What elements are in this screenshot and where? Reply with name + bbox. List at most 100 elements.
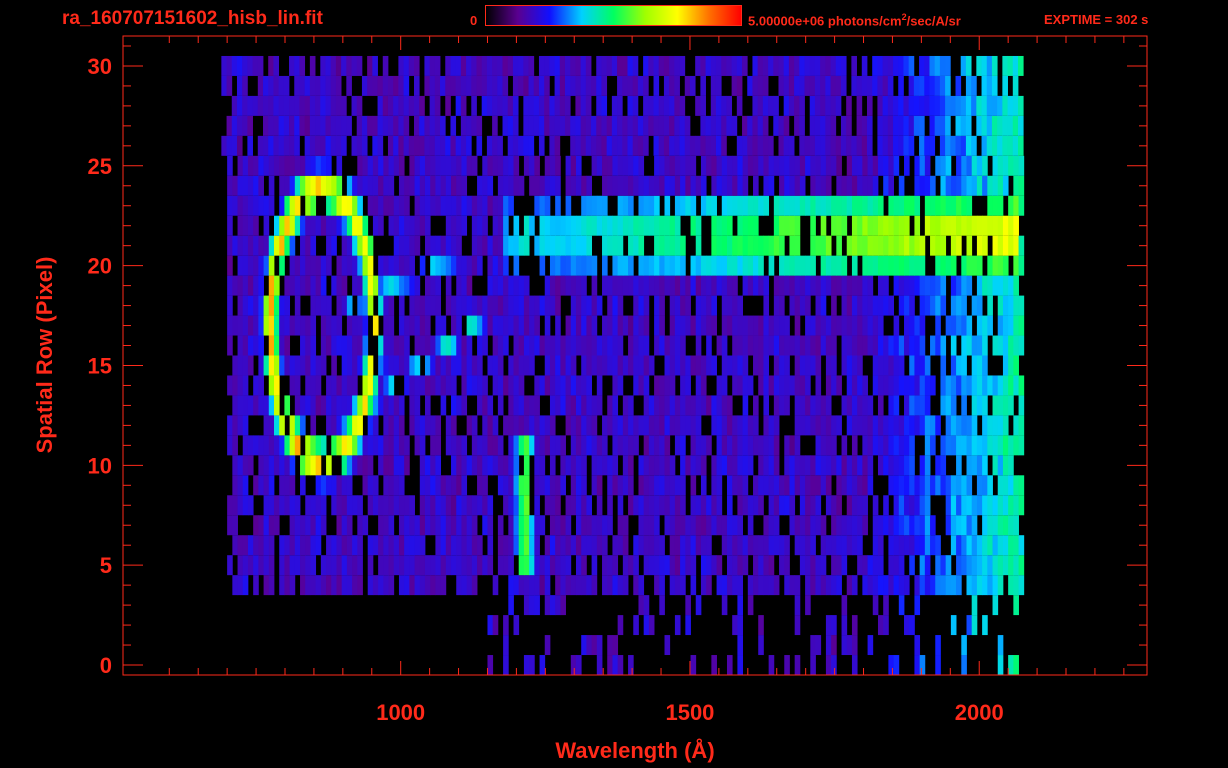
heatmap-cell xyxy=(820,315,827,336)
heatmap-cell xyxy=(268,535,275,556)
heatmap-cell xyxy=(888,555,895,576)
heatmap-cell xyxy=(924,355,931,376)
heatmap-cell xyxy=(247,155,254,176)
heatmap-cell xyxy=(753,315,759,336)
heatmap-cell xyxy=(315,395,322,416)
heatmap-cell xyxy=(825,495,832,516)
heatmap-cell xyxy=(799,115,805,136)
heatmap-cell xyxy=(763,375,770,396)
heatmap-cell xyxy=(841,555,848,576)
heatmap-cell xyxy=(482,315,488,336)
heatmap-cell xyxy=(336,375,343,396)
heatmap-cell xyxy=(872,335,879,356)
heatmap-cell xyxy=(414,355,421,376)
heatmap-cell xyxy=(221,55,227,76)
heatmap-cell xyxy=(445,255,452,276)
heatmap-cell xyxy=(357,515,363,536)
heatmap-cell xyxy=(523,515,530,536)
heatmap-cell xyxy=(232,395,238,416)
heatmap-cell xyxy=(445,155,452,176)
heatmap-cell xyxy=(294,395,301,416)
heatmap-cell xyxy=(393,235,400,256)
heatmap-cell xyxy=(341,255,348,276)
heatmap-cell xyxy=(580,75,587,96)
heatmap-cell xyxy=(956,275,962,296)
heatmap-cell xyxy=(794,155,801,176)
heatmap-cell xyxy=(674,215,681,236)
heatmap-cell xyxy=(669,575,676,596)
heatmap-cell xyxy=(924,75,930,96)
heatmap-cell xyxy=(284,355,291,376)
heatmap-cell xyxy=(966,415,973,436)
heatmap-cell xyxy=(471,555,478,576)
heatmap-cell xyxy=(247,455,254,476)
heatmap-cell xyxy=(825,55,831,76)
heatmap-cell xyxy=(898,435,905,456)
heatmap-cell xyxy=(753,155,759,176)
heatmap-cell xyxy=(758,275,764,296)
heatmap-cell xyxy=(357,195,363,216)
heatmap-cell xyxy=(414,515,421,536)
heatmap-cell xyxy=(934,55,941,76)
heatmap-cell xyxy=(930,195,936,216)
heatmap-cell xyxy=(352,375,358,396)
heatmap-cell xyxy=(877,555,884,576)
heatmap-cell xyxy=(497,55,503,76)
heatmap-cell xyxy=(534,515,540,536)
heatmap-cell xyxy=(783,135,790,156)
heatmap-cell xyxy=(784,255,790,276)
heatmap-cell xyxy=(961,375,967,396)
heatmap-cell xyxy=(440,335,447,356)
heatmap-cell xyxy=(305,575,311,596)
heatmap-cell xyxy=(866,135,873,156)
heatmap-cell xyxy=(716,375,723,396)
heatmap-cell xyxy=(591,195,598,216)
heatmap-cell xyxy=(461,375,468,396)
heatmap-cell xyxy=(825,635,832,656)
heatmap-cell xyxy=(680,375,686,396)
heatmap-cell xyxy=(883,175,889,196)
heatmap-cell xyxy=(945,315,952,336)
heatmap-cell xyxy=(784,575,790,596)
heatmap-cell xyxy=(538,135,545,156)
heatmap-cell xyxy=(638,195,645,216)
heatmap-cell xyxy=(513,475,520,496)
heatmap-cell xyxy=(633,555,639,576)
heatmap-cell xyxy=(279,355,285,376)
heatmap-cell xyxy=(898,215,905,236)
heatmap-cell xyxy=(564,115,571,136)
heatmap-cell xyxy=(752,135,759,156)
heatmap-cell xyxy=(633,375,639,396)
heatmap-cell xyxy=(742,455,749,476)
heatmap-cell xyxy=(565,455,572,476)
heatmap-cell xyxy=(643,135,649,156)
heatmap-cell xyxy=(309,115,316,136)
heatmap-cell xyxy=(378,455,384,476)
heatmap-cell xyxy=(1013,555,1019,576)
heatmap-cell xyxy=(830,135,837,156)
heatmap-cell xyxy=(237,475,244,496)
heatmap-cell xyxy=(872,535,879,556)
heatmap-cell xyxy=(643,315,650,336)
heatmap-cell xyxy=(695,55,701,76)
heatmap-cell xyxy=(445,215,452,236)
heatmap-cell xyxy=(840,115,847,136)
heatmap-cell xyxy=(1018,435,1025,456)
heatmap-cell xyxy=(997,415,1004,436)
heatmap-cell xyxy=(924,295,931,316)
heatmap-cell xyxy=(659,275,665,296)
heatmap-cell xyxy=(841,335,848,356)
heatmap-cell xyxy=(377,75,384,96)
heatmap-cell xyxy=(565,515,572,536)
heatmap-cell xyxy=(549,335,556,356)
heatmap-cell xyxy=(711,215,717,236)
heatmap-cell xyxy=(851,395,858,416)
heatmap-cell xyxy=(862,335,868,356)
heatmap-cell xyxy=(1012,115,1019,136)
heatmap-cell xyxy=(388,155,395,176)
heatmap-cell xyxy=(544,635,551,656)
heatmap-cell xyxy=(804,75,811,96)
heatmap-cell xyxy=(581,215,587,236)
heatmap-cell xyxy=(961,175,967,196)
heatmap-cell xyxy=(669,555,676,576)
